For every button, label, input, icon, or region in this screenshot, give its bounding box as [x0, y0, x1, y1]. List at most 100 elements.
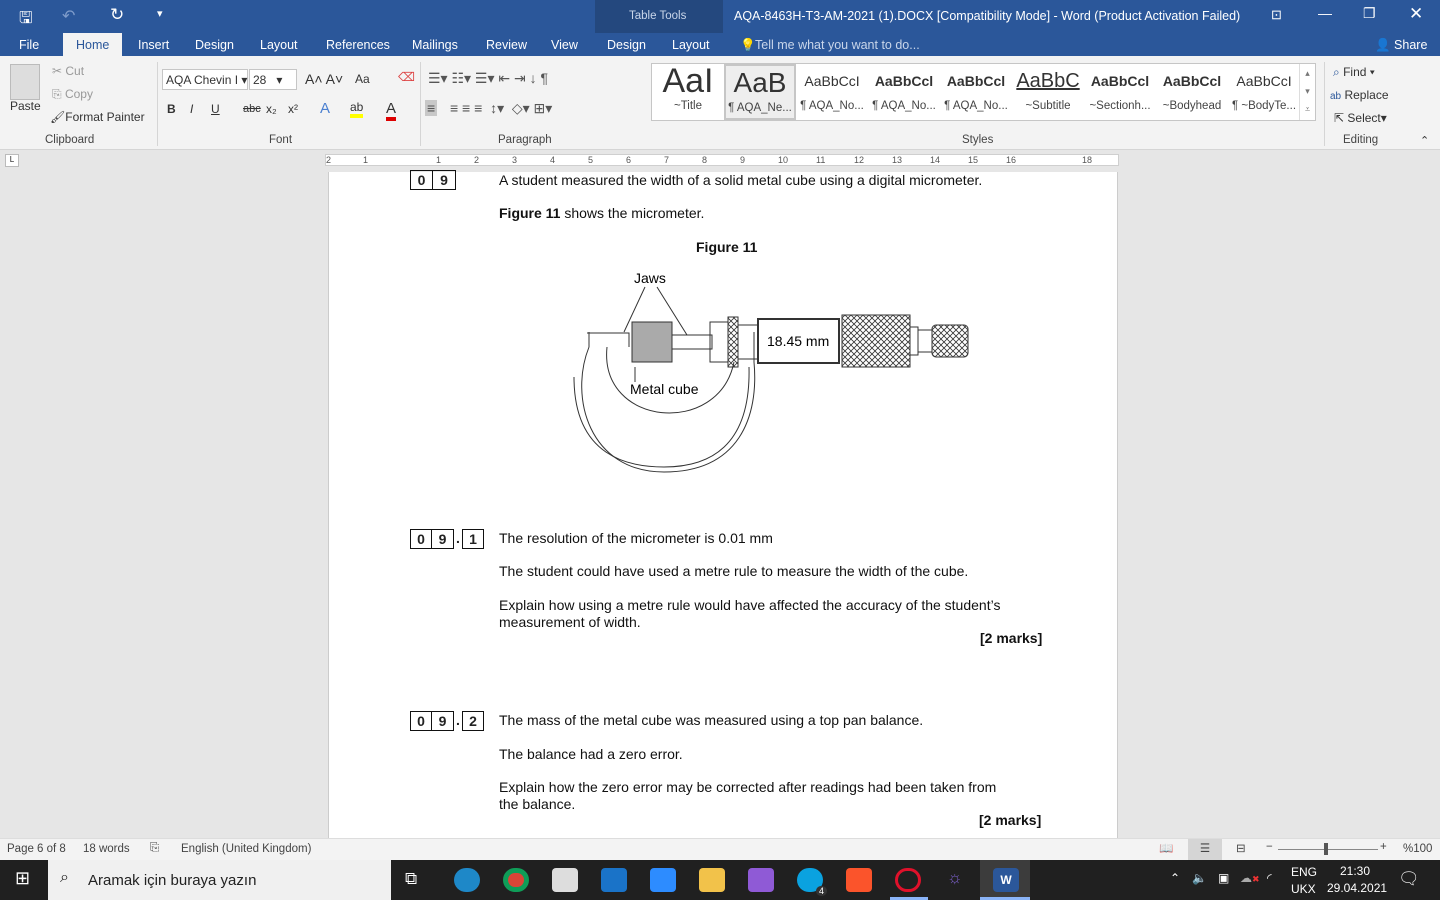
show-hidden-icons[interactable]: ⌃	[1170, 871, 1180, 885]
windows-start-icon[interactable]: ⊞	[15, 868, 30, 889]
store-icon[interactable]	[552, 868, 578, 892]
strikethrough-icon[interactable]: abc	[243, 103, 261, 115]
edge-icon[interactable]	[454, 868, 480, 892]
style-sectionhead[interactable]: AaBbCcl ~Sectionh...	[1084, 64, 1156, 120]
taskbar-search[interactable]: ⌕ Aramak için buraya yazın	[48, 860, 391, 900]
tab-file[interactable]: File	[19, 38, 39, 52]
metal-cube	[631, 321, 673, 363]
meet-now-icon[interactable]: ▣	[1218, 871, 1229, 885]
minimize-icon[interactable]: —	[1318, 5, 1332, 21]
cut-button[interactable]: ✂ Cut	[52, 64, 84, 78]
restore-icon[interactable]: ❐	[1363, 5, 1376, 22]
close-icon[interactable]: ✕	[1409, 4, 1423, 24]
highlight-icon[interactable]: ab	[350, 100, 364, 118]
replace-button[interactable]: ab Replace	[1330, 88, 1389, 102]
italic-icon[interactable]: I	[190, 102, 193, 116]
zoom-in-icon[interactable]: +	[1380, 841, 1387, 853]
style-subtitle[interactable]: AaBbC ~Subtitle	[1012, 64, 1084, 120]
notifications-icon[interactable]: 🗨	[1398, 869, 1420, 889]
ruler-tick-label: 1	[363, 155, 369, 165]
print-layout-icon[interactable]: ☰	[1188, 839, 1222, 860]
zoom-slider-thumb[interactable]	[1324, 843, 1328, 855]
align-left-icon[interactable]: ≡	[425, 100, 438, 116]
change-case-button[interactable]: Aa	[355, 72, 370, 86]
style-bodyhead[interactable]: AaBbCcl ~Bodyhead	[1156, 64, 1228, 120]
customize-qat-icon[interactable]: ▾	[157, 7, 163, 20]
align-center-icon[interactable]: ≡ ≡ ≡ ↕▾ ◇▾ ⊞▾	[450, 100, 552, 117]
tab-mailings[interactable]: Mailings	[412, 38, 458, 52]
bullets-icon[interactable]: ☰▾ ☷▾ ☰▾ ⇤ ⇥ ↓ ¶	[428, 70, 548, 87]
ribbon-display-icon[interactable]: ⊡	[1271, 7, 1282, 23]
font-color-icon[interactable]: A	[386, 100, 397, 121]
wifi-icon[interactable]: ◜	[1267, 871, 1272, 885]
opera-icon[interactable]	[895, 868, 921, 892]
chrome-icon[interactable]	[503, 868, 529, 892]
clock-time[interactable]: 21:30	[1340, 864, 1370, 878]
word-count[interactable]: 18 words	[83, 843, 130, 855]
styles-scroll[interactable]: ▴ ▾ ⩡	[1299, 64, 1315, 120]
file-explorer-icon[interactable]	[699, 868, 725, 892]
underline-icon[interactable]: U	[211, 102, 220, 116]
tab-home[interactable]: Home	[63, 33, 123, 56]
zoom-app-icon[interactable]	[650, 868, 676, 892]
format-painter-button[interactable]: 🖌Format Painter	[50, 110, 145, 124]
volume-icon[interactable]: 🔈	[1192, 871, 1207, 885]
read-mode-icon[interactable]: 📖	[1159, 841, 1173, 855]
zoom-level[interactable]: %100	[1403, 843, 1432, 855]
grow-font-icon[interactable]: A˄ A˅	[305, 71, 343, 87]
input-lang-2[interactable]: UKX	[1291, 882, 1316, 896]
horizontal-ruler[interactable]: 2 1 1 2 3 4 5 6 7 8 9 10 11 12 13 14 15 16 18	[325, 154, 1119, 166]
clock-date[interactable]: 29.04.2021	[1327, 881, 1387, 895]
tab-references[interactable]: References	[326, 38, 390, 52]
copy-button[interactable]: ⎘ Copy	[52, 87, 93, 102]
subscript-icon[interactable]: x₂	[266, 102, 277, 116]
font-size-select[interactable]: 28 ▾	[249, 69, 297, 90]
bold-icon[interactable]: B	[167, 102, 176, 116]
input-lang-1[interactable]: ENG	[1291, 865, 1317, 879]
tab-selector-icon[interactable]: L	[5, 154, 19, 167]
font-name-select[interactable]: AQA Chevin I ▾	[162, 69, 248, 90]
tab-insert[interactable]: Insert	[138, 38, 169, 52]
tab-table-design[interactable]: Design	[607, 38, 646, 52]
superscript-icon[interactable]: x²	[288, 102, 298, 116]
save-icon[interactable]: 🖫	[19, 7, 33, 34]
brave-icon[interactable]	[846, 868, 872, 892]
style-aqa-no-2[interactable]: AaBbCcl ¶ AQA_No...	[868, 64, 940, 120]
style-aqa-ne[interactable]: AaB ¶ AQA_Ne...	[724, 64, 796, 120]
style-aqa-no-1[interactable]: AaBbCcI ¶ AQA_No...	[796, 64, 868, 120]
language[interactable]: English (United Kingdom)	[181, 843, 311, 855]
style-bodytext[interactable]: AaBbCcI ¶ ~BodyTe...	[1228, 64, 1300, 120]
collapse-ribbon-icon[interactable]: ⌃	[1420, 134, 1429, 147]
zoom-out-icon[interactable]: −	[1266, 841, 1273, 853]
tab-layout[interactable]: Layout	[260, 38, 298, 52]
share-button[interactable]: 👤 Share	[1375, 38, 1427, 53]
tab-design[interactable]: Design	[195, 38, 234, 52]
task-view-icon[interactable]: ⧉	[405, 869, 417, 889]
page-count[interactable]: Page 6 of 8	[7, 843, 66, 855]
text-effects-icon[interactable]: A	[320, 100, 330, 117]
onedrive-error-icon[interactable]: ☁✖	[1240, 871, 1260, 885]
visual-studio-icon[interactable]	[748, 868, 774, 892]
select-button[interactable]: ⇱ Select▾	[1334, 111, 1387, 125]
find-button[interactable]: ⌕ Find ▾	[1333, 65, 1375, 80]
undo-icon[interactable]: ↶	[62, 6, 75, 26]
web-layout-icon[interactable]: ⊟	[1236, 841, 1246, 855]
tab-view[interactable]: View	[551, 38, 578, 52]
proofing-icon[interactable]: ⎘	[150, 842, 159, 855]
skype-icon[interactable]: 4	[797, 868, 827, 896]
select-label: Select	[1347, 111, 1381, 125]
tab-review[interactable]: Review	[486, 38, 527, 52]
document-page[interactable]: 09 A student measured the width of a sol…	[328, 170, 1118, 838]
style-aqa-no-3[interactable]: AaBbCcl ¶ AQA_No...	[940, 64, 1012, 120]
clear-formatting-icon[interactable]: ⌫	[398, 70, 415, 84]
zoom-slider[interactable]	[1278, 849, 1378, 850]
style-title[interactable]: AaI ~Title	[652, 64, 724, 120]
word-taskbar-item[interactable]: W	[980, 860, 1030, 900]
tell-me-input[interactable]: Tell me what you want to do...	[755, 38, 920, 52]
paste-button[interactable]: Paste	[10, 99, 41, 113]
tab-table-layout[interactable]: Layout	[672, 38, 710, 52]
paste-icon[interactable]	[10, 64, 40, 100]
settings-app-icon[interactable]: ☼	[947, 868, 963, 888]
mail-icon[interactable]	[601, 868, 627, 892]
redo-icon[interactable]: ↻	[110, 5, 124, 25]
